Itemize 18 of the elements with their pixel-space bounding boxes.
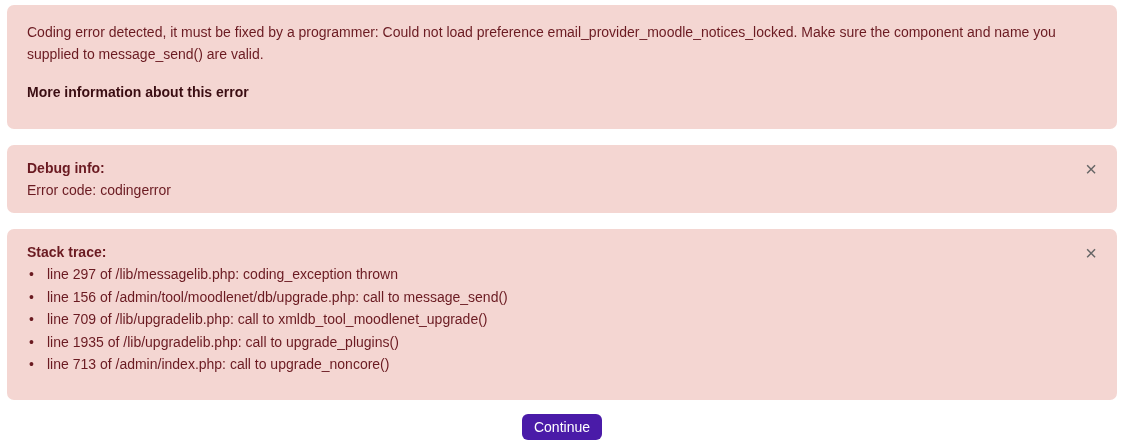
bullet: • [28,355,35,374]
bullet: • [28,265,35,284]
debug-info-title: Debug info: [27,159,105,178]
error-message: Coding error detected, it must be fixed by a programmer: Could not load preference email_provider_moodle_notices_locked. Make sure the component and name you supplied to message_send() are valid. [27,23,1057,64]
bullet: • [28,287,35,307]
bullet: • [28,310,35,329]
continue-button[interactable]: Continue [521,413,602,440]
stack-trace-line: line 713 of /admin/index.php: call to upgrade_noncore() [47,355,390,374]
stack-trace-line: line 709 of /lib/upgradelib.php: call to xmldb_tool_moodlenet_upgrade() [47,310,488,329]
bullet: • [28,332,35,352]
close-button[interactable]: × [1085,159,1097,179]
more-info-link[interactable]: More information about this error [27,81,249,103]
stack-trace-line: line 297 of /lib/messagelib.php: coding_exception thrown [47,265,398,284]
stack-trace-title: Stack trace: [27,243,107,262]
stack-trace-line: line 1935 of /lib/upgradelib.php: call to upgrade_plugins() [47,332,399,352]
close-button[interactable]: × [1085,243,1097,263]
error-code-text: Error code: codingerror [27,181,172,200]
stack-trace-line: line 156 of /admin/tool/moodlenet/db/upgrade.php: call to message_send() [47,287,508,307]
